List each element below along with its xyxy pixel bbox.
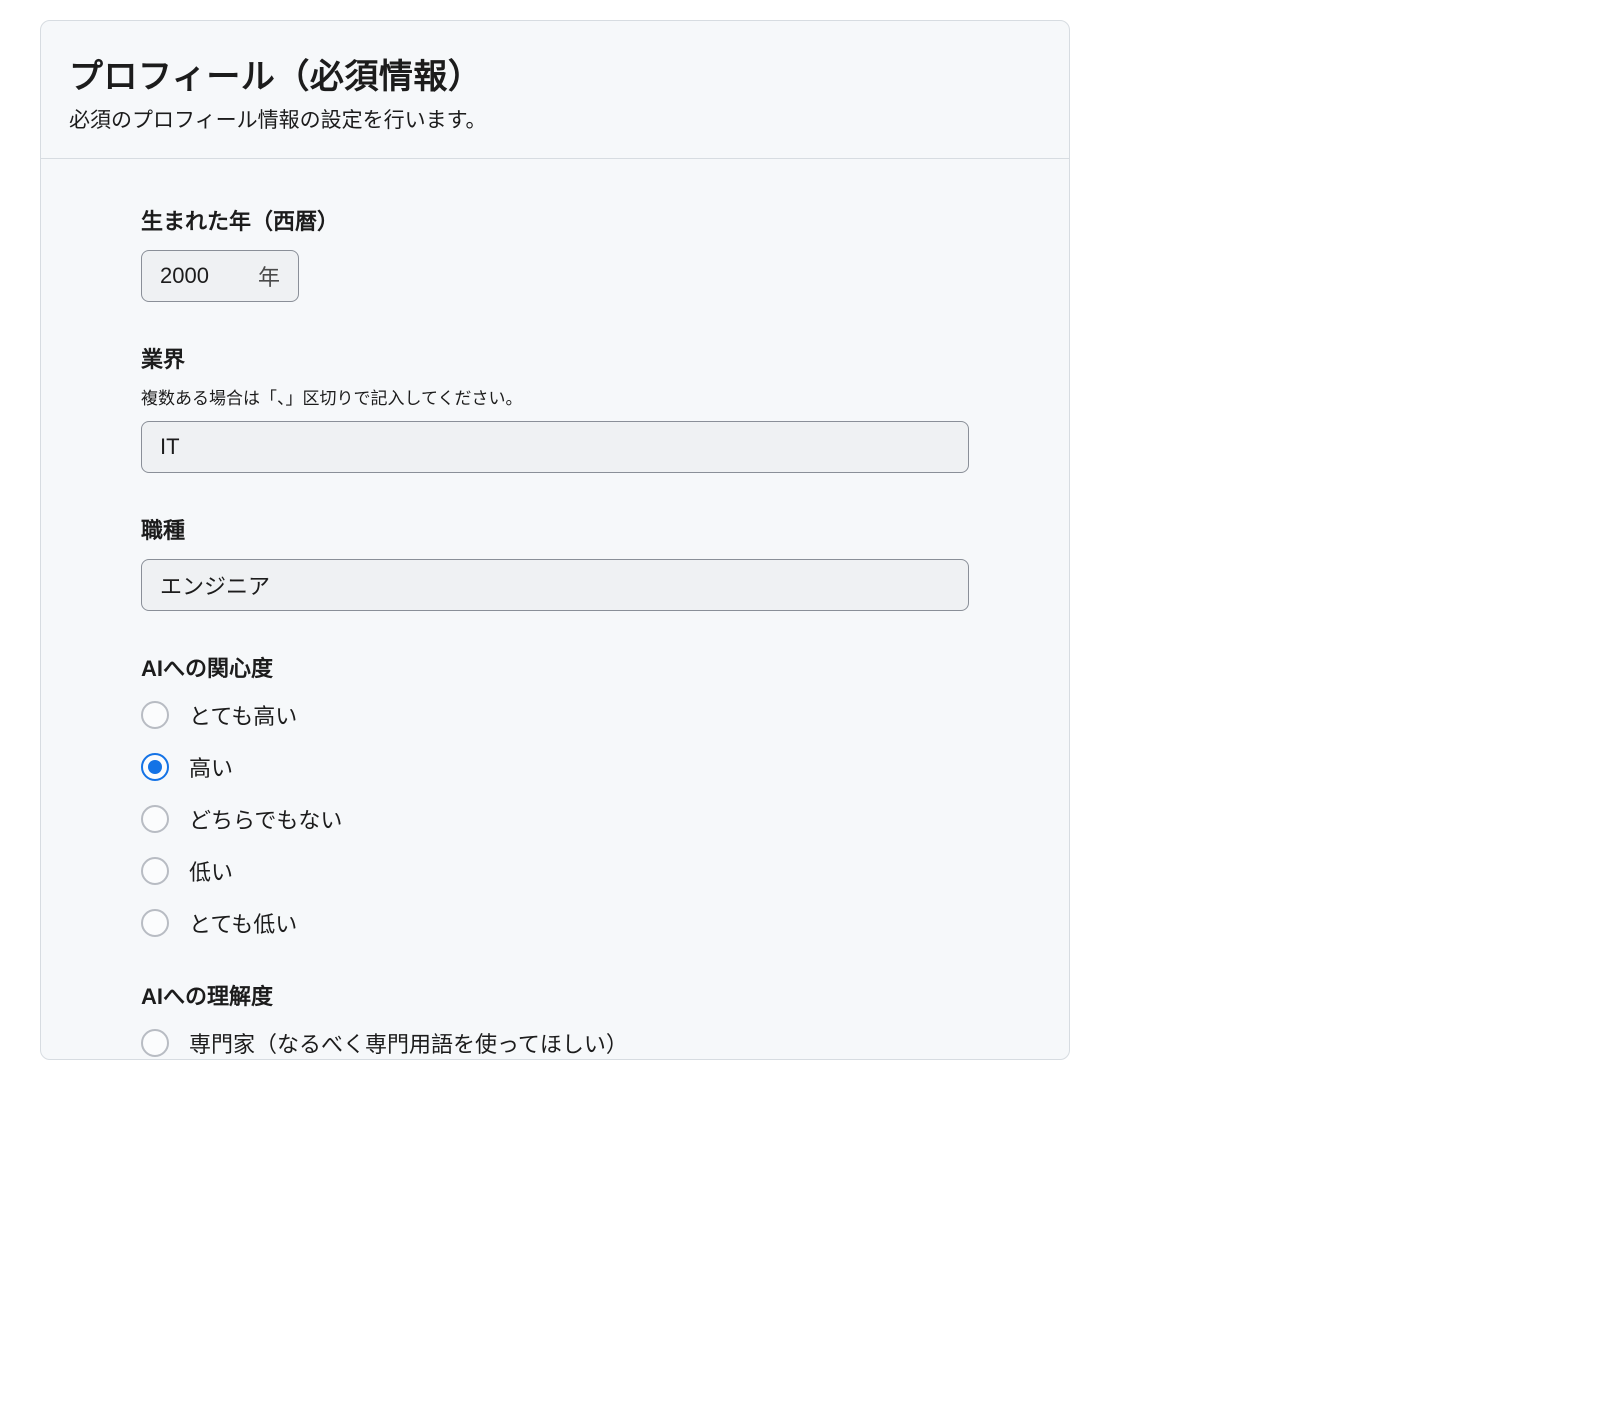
occupation-input[interactable] bbox=[141, 559, 969, 611]
industry-hint: 複数ある場合は「、」区切りで記入してください。 bbox=[141, 384, 969, 409]
radio-label: 専門家（なるべく専門用語を使ってほしい） bbox=[189, 1027, 628, 1059]
card-header: プロフィール（必須情報） 必須のプロフィール情報の設定を行います。 bbox=[41, 21, 1069, 159]
birth-year-input-group: 年 bbox=[141, 250, 299, 302]
ai-interest-option-very-high[interactable]: とても高い bbox=[141, 699, 969, 731]
page-title: プロフィール（必須情報） bbox=[69, 49, 1041, 98]
ai-understanding-label: AIへの理解度 bbox=[141, 979, 969, 1011]
ai-interest-option-low[interactable]: 低い bbox=[141, 855, 969, 887]
occupation-label: 職種 bbox=[141, 513, 969, 545]
industry-group: 業界 複数ある場合は「、」区切りで記入してください。 bbox=[141, 342, 969, 473]
birth-year-suffix: 年 bbox=[252, 250, 298, 302]
radio-label: 高い bbox=[189, 751, 233, 783]
ai-interest-radio-group: とても高い 高い どちらでもない 低い とても低い bbox=[141, 699, 969, 939]
ai-understanding-radio-group: 専門家（なるべく専門用語を使ってほしい） bbox=[141, 1027, 969, 1059]
radio-label: とても低い bbox=[189, 907, 297, 939]
birth-year-input[interactable] bbox=[142, 253, 252, 299]
industry-input[interactable] bbox=[141, 421, 969, 473]
radio-icon bbox=[141, 753, 169, 781]
radio-label: 低い bbox=[189, 855, 233, 887]
ai-understanding-option-expert[interactable]: 専門家（なるべく専門用語を使ってほしい） bbox=[141, 1027, 969, 1059]
radio-icon bbox=[141, 909, 169, 937]
occupation-group: 職種 bbox=[141, 513, 969, 611]
ai-interest-option-very-low[interactable]: とても低い bbox=[141, 907, 969, 939]
ai-understanding-group: AIへの理解度 専門家（なるべく専門用語を使ってほしい） bbox=[141, 979, 969, 1059]
radio-icon bbox=[141, 701, 169, 729]
industry-label: 業界 bbox=[141, 342, 969, 374]
page-subtitle: 必須のプロフィール情報の設定を行います。 bbox=[69, 104, 1041, 134]
card-body: 生まれた年（西暦） 年 業界 複数ある場合は「、」区切りで記入してください。 職… bbox=[41, 159, 1069, 1059]
ai-interest-label: AIへの関心度 bbox=[141, 651, 969, 683]
ai-interest-option-high[interactable]: 高い bbox=[141, 751, 969, 783]
radio-label: とても高い bbox=[189, 699, 297, 731]
radio-icon bbox=[141, 1029, 169, 1057]
radio-label: どちらでもない bbox=[189, 803, 342, 835]
radio-icon bbox=[141, 857, 169, 885]
profile-card: プロフィール（必須情報） 必須のプロフィール情報の設定を行います。 生まれた年（… bbox=[40, 20, 1070, 1060]
ai-interest-option-neutral[interactable]: どちらでもない bbox=[141, 803, 969, 835]
birth-year-label: 生まれた年（西暦） bbox=[141, 204, 969, 236]
radio-icon bbox=[141, 805, 169, 833]
birth-year-group: 生まれた年（西暦） 年 bbox=[141, 204, 969, 302]
ai-interest-group: AIへの関心度 とても高い 高い どちらでもない 低い bbox=[141, 651, 969, 939]
